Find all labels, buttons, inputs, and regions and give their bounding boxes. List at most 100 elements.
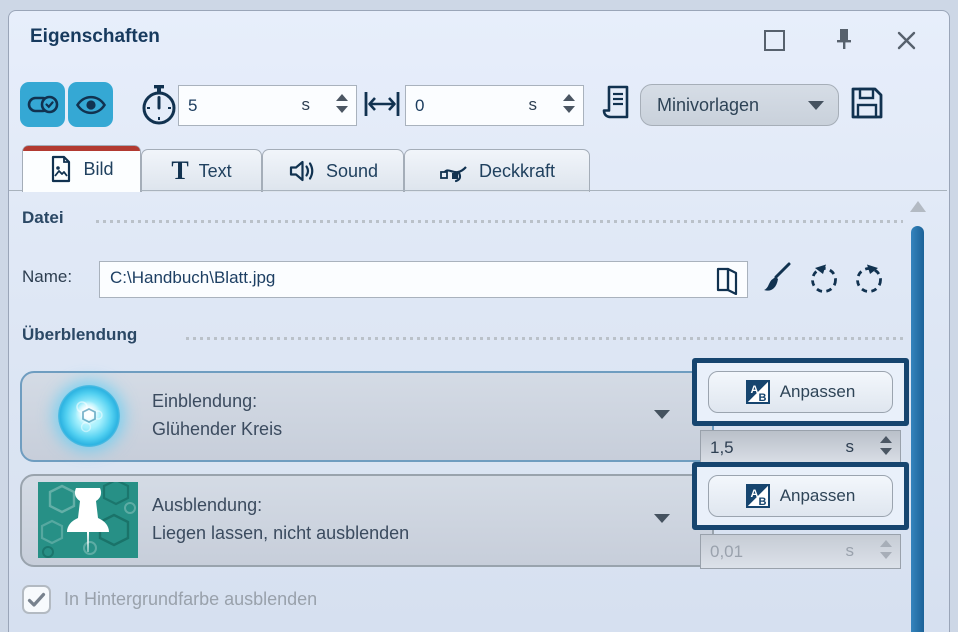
fade-out-label: Ausblendung: (152, 491, 262, 519)
pin-button[interactable] (831, 26, 857, 52)
visibility-toggle-button[interactable] (68, 82, 113, 127)
opacity-curve-icon (439, 158, 469, 184)
name-label: Name: (22, 267, 72, 287)
section-divider (96, 220, 903, 223)
templates-dropdown[interactable]: Minivorlagen (640, 84, 839, 126)
templates-dropdown-label: Minivorlagen (657, 95, 759, 116)
fade-out-adjust-button[interactable]: A B Anpassen (708, 475, 893, 517)
fade-out-duration-stepper (880, 540, 892, 559)
fade-in-duration-field[interactable]: s (700, 430, 901, 465)
step-down-icon[interactable] (880, 448, 892, 455)
chevron-down-icon (808, 101, 824, 110)
rotate-left-button[interactable] (806, 262, 842, 296)
section-title-ueberblendung: Überblendung (22, 325, 137, 345)
close-icon (897, 31, 916, 50)
adjust-label: Anpassen (780, 382, 856, 402)
display-duration-field[interactable]: s (178, 85, 357, 126)
chevron-down-icon (654, 514, 670, 523)
display-duration-unit: s (302, 95, 311, 115)
tab-label: Sound (326, 161, 378, 182)
section-divider (186, 337, 903, 340)
active-tab-marker (23, 146, 140, 151)
background-fade-checkbox[interactable] (22, 585, 51, 614)
svg-text:B: B (758, 392, 766, 404)
fade-out-duration-input (701, 542, 900, 562)
tab-label: Bild (83, 159, 113, 180)
properties-panel: Eigenschaften (0, 0, 958, 632)
step-down-icon[interactable] (336, 106, 348, 113)
tab-label: Text (199, 161, 232, 182)
paintbrush-icon (760, 260, 794, 296)
step-down-icon[interactable] (563, 106, 575, 113)
script-icon (596, 82, 634, 124)
tab-bild[interactable]: Bild (22, 145, 141, 192)
transition-span-input[interactable] (406, 96, 583, 116)
script-button[interactable] (596, 82, 634, 124)
display-duration-stepper[interactable] (336, 94, 348, 113)
maximize-icon (764, 30, 785, 51)
fade-in-thumbnail (58, 385, 120, 447)
ab-adjust-icon: A B (746, 380, 770, 404)
rotate-ccw-icon (806, 262, 842, 296)
tab-deckkraft[interactable]: Deckkraft (404, 149, 590, 192)
file-name-field[interactable] (99, 261, 748, 298)
stopwatch-icon (140, 84, 178, 126)
tab-text[interactable]: T Text (141, 149, 262, 192)
tab-sound[interactable]: Sound (262, 149, 404, 192)
transition-span-field[interactable]: s (405, 85, 584, 126)
maximize-button[interactable] (761, 27, 787, 53)
open-file-icon[interactable] (713, 265, 741, 295)
rotate-right-button[interactable] (851, 262, 887, 296)
svg-text:A: A (750, 384, 758, 396)
fade-out-duration-field: s (700, 534, 901, 569)
fade-in-adjust-highlight: A B Anpassen (692, 358, 909, 426)
ab-adjust-icon: A B (746, 484, 770, 508)
text-icon: T (171, 158, 188, 184)
fade-out-adjust-highlight: A B Anpassen (692, 462, 909, 530)
edit-image-button[interactable] (760, 260, 794, 296)
transition-span-unit: s (529, 95, 538, 115)
rotate-cw-icon (851, 262, 887, 296)
section-title-datei: Datei (22, 208, 64, 228)
fade-out-dropdown[interactable]: Ausblendung: Liegen lassen, nicht ausble… (20, 474, 714, 567)
adjust-label: Anpassen (780, 486, 856, 506)
pin-icon (835, 28, 853, 50)
svg-text:A: A (750, 488, 758, 500)
fade-out-duration-unit: s (846, 541, 855, 561)
tab-label: Deckkraft (479, 161, 555, 182)
step-down-icon (880, 552, 892, 559)
fade-in-value: Glühender Kreis (152, 415, 282, 443)
save-template-button[interactable] (848, 84, 886, 122)
eye-icon (75, 94, 107, 116)
svg-text:B: B (758, 496, 766, 508)
close-button[interactable] (893, 27, 919, 53)
step-up-icon (880, 540, 892, 547)
toggle-check-icon (27, 93, 59, 117)
fade-in-duration-input[interactable] (701, 438, 900, 458)
checkmark-icon (27, 592, 46, 608)
fade-in-duration-unit: s (846, 437, 855, 457)
chevron-down-icon (654, 410, 670, 419)
background-fade-checkbox-label: In Hintergrundfarbe ausblenden (64, 589, 317, 610)
transition-span-stepper[interactable] (563, 94, 575, 113)
tabbar-divider (9, 190, 947, 191)
step-up-icon[interactable] (563, 94, 575, 101)
step-up-icon[interactable] (336, 94, 348, 101)
file-name-input[interactable] (100, 262, 801, 288)
width-resize-icon (363, 90, 401, 118)
fade-in-duration-stepper[interactable] (880, 436, 892, 455)
fade-in-label: Einblendung: (152, 387, 257, 415)
step-up-icon[interactable] (880, 436, 892, 443)
fade-in-adjust-button[interactable]: A B Anpassen (708, 371, 893, 413)
image-icon (49, 155, 73, 183)
fade-out-value: Liegen lassen, nicht ausblenden (152, 519, 409, 547)
display-duration-input[interactable] (179, 96, 356, 116)
link-toggle-button[interactable] (20, 82, 65, 127)
fade-in-dropdown[interactable]: Einblendung: Glühender Kreis (20, 371, 714, 462)
speaker-icon (288, 159, 316, 183)
save-icon (848, 84, 886, 122)
scrollbar-thumb[interactable] (911, 226, 924, 632)
scroll-up-icon[interactable] (910, 201, 926, 212)
window-title: Eigenschaften (30, 26, 160, 48)
fade-out-thumbnail (38, 482, 138, 558)
